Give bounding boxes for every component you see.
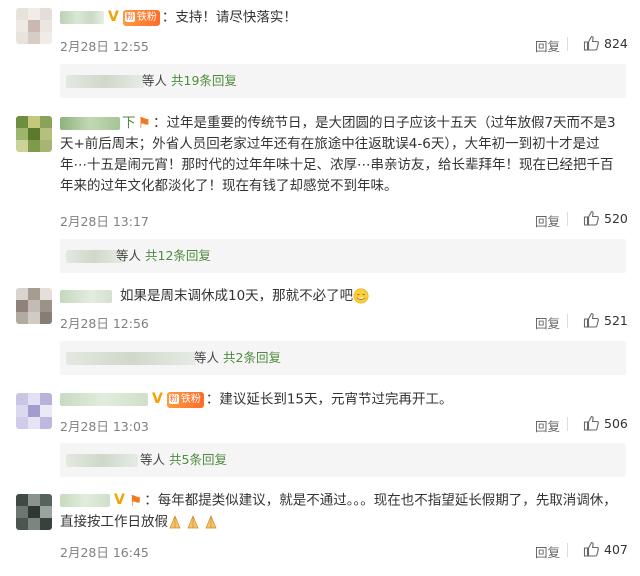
like-count: 407 [604,542,628,557]
username-suffix[interactable]: 下 [122,115,136,131]
sub-replies-summary: 等人 共2条回复 [194,350,281,365]
comment-time: 2月28日 16:45 [60,545,149,560]
like-count: 506 [604,416,628,431]
username[interactable] [60,116,120,130]
divider [567,37,568,51]
avatar[interactable] [16,393,52,429]
comment-content: V ⚑ ：每年都提类似建议，就是不通过。。。现在也不指望延长假期了，先取消调休，直接… [60,490,626,533]
fan-badge: 粉铁粉 [122,9,160,26]
reply-button[interactable]: 回复 [535,36,560,55]
comment-content: V 粉铁粉 ：支持！请尽快落实！ [60,7,626,29]
reply-button[interactable]: 回复 [535,542,560,561]
verified-badge-icon: V [108,9,119,25]
reply-button[interactable]: 回复 [535,416,560,435]
more-replies-link[interactable]: 共12条回复 [145,248,211,263]
fan-badge: 粉铁粉 [166,391,204,408]
thumbs-up-icon[interactable] [583,541,599,557]
avatar[interactable] [16,288,52,324]
verified-badge-icon: V [114,492,125,508]
thumbs-up-icon[interactable] [583,415,599,431]
username[interactable] [60,494,110,507]
sub-replies-summary: 等人 共19条回复 [142,73,237,88]
like-count: 521 [604,313,628,328]
comment-text: ：每年都提类似建议，就是不通过。。。现在也不指望延长假期了，先取消调休，直接按工… [60,492,617,530]
divider [567,543,568,557]
comment-content: 如果是周末调休成10天，那就不必了吧 [60,286,626,307]
avatar[interactable] [16,116,52,152]
comment-time: 2月28日 13:03 [60,419,149,434]
divider [567,417,568,431]
username[interactable] [60,289,112,303]
username[interactable] [60,393,148,406]
comment-time: 2月28日 12:55 [60,39,149,54]
divider [567,212,568,226]
more-replies-link[interactable]: 共2条回复 [223,350,281,365]
sub-replies-box[interactable]: 等人 共19条回复 [60,64,626,98]
blurred-usernames [66,352,196,365]
reply-button[interactable]: 回复 [535,211,560,230]
thumbs-up-icon[interactable] [583,35,599,51]
fan-badge: ⚑ [128,491,143,510]
comment-content: V 粉铁粉 ：建议延长到15天，元宵节过完再开工。 [60,389,626,411]
like-count: 824 [604,36,628,51]
comment-text: 如果是周末调休成10天，那就不必了吧 [120,288,354,304]
comment-content: 下 ⚑ ：过年是重要的传统节日，是大团圆的日子应该十五天（过年放假7天而不是3天+前… [60,113,626,197]
blurred-usernames [66,454,138,467]
fan-badge: ⚑ [137,114,151,132]
comment-text: ：支持！请尽快落实！ [161,9,297,26]
thumbs-up-icon[interactable] [583,210,599,226]
thumbs-up-icon[interactable] [583,312,599,328]
username[interactable] [60,11,104,24]
more-replies-link[interactable]: 共5条回复 [169,452,227,467]
avatar[interactable] [16,8,52,44]
verified-badge-icon: V [152,391,163,407]
sweat-smile-emoji [353,288,369,304]
praying-hands-emoji [169,514,217,528]
blurred-usernames [66,250,122,263]
blurred-usernames [66,75,144,88]
reply-button[interactable]: 回复 [535,313,560,332]
comment-time: 2月28日 12:56 [60,316,149,331]
sub-replies-box[interactable]: 等人 共2条回复 [60,341,626,375]
like-count: 520 [604,211,628,226]
sub-replies-box[interactable]: 等人 共5条回复 [60,443,626,477]
sub-replies-summary: 等人 共5条回复 [140,452,227,467]
sub-replies-box[interactable]: 等人 共12条回复 [60,239,626,273]
avatar[interactable] [16,494,52,530]
sub-replies-summary: 等人 共12条回复 [116,248,211,263]
comment-time: 2月28日 13:17 [60,214,149,229]
comment-text: ：建议延长到15天，元宵节过完再开工。 [205,391,453,408]
divider [567,314,568,328]
more-replies-link[interactable]: 共19条回复 [171,73,237,88]
